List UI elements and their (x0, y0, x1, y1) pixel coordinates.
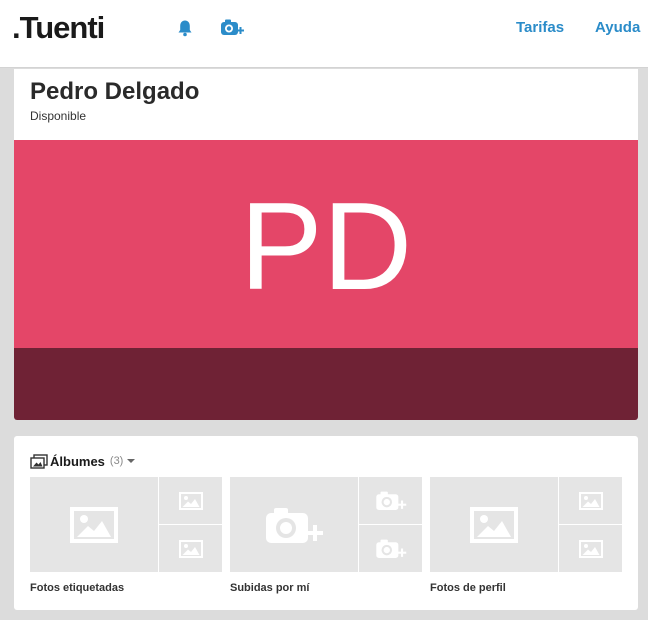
camera-add-icon (375, 490, 407, 511)
album-thumb (559, 525, 622, 572)
album-subidas-por-mi[interactable] (230, 477, 422, 572)
album-cover (230, 477, 358, 572)
album-thumb (559, 477, 622, 524)
albums-card: Álbumes (3) Fotos etiquetadas Subidas po… (14, 436, 638, 610)
album-thumb (359, 525, 422, 572)
picture-icon (579, 492, 603, 510)
picture-icon (179, 492, 203, 510)
picture-icon (179, 540, 203, 558)
camera-add-icon[interactable] (220, 18, 244, 36)
top-bar: .Tuenti Tarifas Ayuda (0, 0, 648, 68)
profile-card: Pedro Delgado Disponible PD (14, 69, 638, 420)
bell-icon[interactable] (176, 19, 194, 37)
album-thumb (159, 525, 222, 572)
nav-link-ayuda[interactable]: Ayuda (595, 19, 640, 37)
camera-add-icon (263, 505, 325, 545)
picture-icon (470, 507, 518, 543)
album-fotos-de-perfil[interactable] (430, 477, 622, 572)
album-label[interactable]: Fotos de perfil (430, 582, 506, 595)
tuenti-logo[interactable]: .Tuenti (12, 8, 105, 48)
profile-name: Pedro Delgado (30, 78, 200, 105)
albums-count: (3) (109, 455, 124, 467)
album-label[interactable]: Fotos etiquetadas (30, 582, 124, 595)
picture-icon (70, 507, 118, 543)
profile-status: Disponible (30, 109, 87, 123)
picture-icon (579, 540, 603, 558)
albums-header[interactable]: Álbumes (3) (30, 452, 136, 470)
albums-title: Álbumes (50, 453, 105, 469)
camera-add-icon (375, 538, 407, 559)
banner-bottom-strip (14, 348, 638, 420)
nav-link-tarifas[interactable]: Tarifas (516, 19, 564, 37)
album-fotos-etiquetadas[interactable] (30, 477, 222, 572)
album-cover (30, 477, 158, 572)
album-label[interactable]: Subidas por mí (230, 582, 309, 595)
profile-banner: PD (14, 140, 638, 348)
chevron-down-icon[interactable] (127, 459, 136, 463)
album-thumb (159, 477, 222, 524)
album-thumb (359, 477, 422, 524)
profile-initials: PD (239, 178, 413, 316)
album-cover (430, 477, 558, 572)
albums-icon (30, 453, 48, 469)
